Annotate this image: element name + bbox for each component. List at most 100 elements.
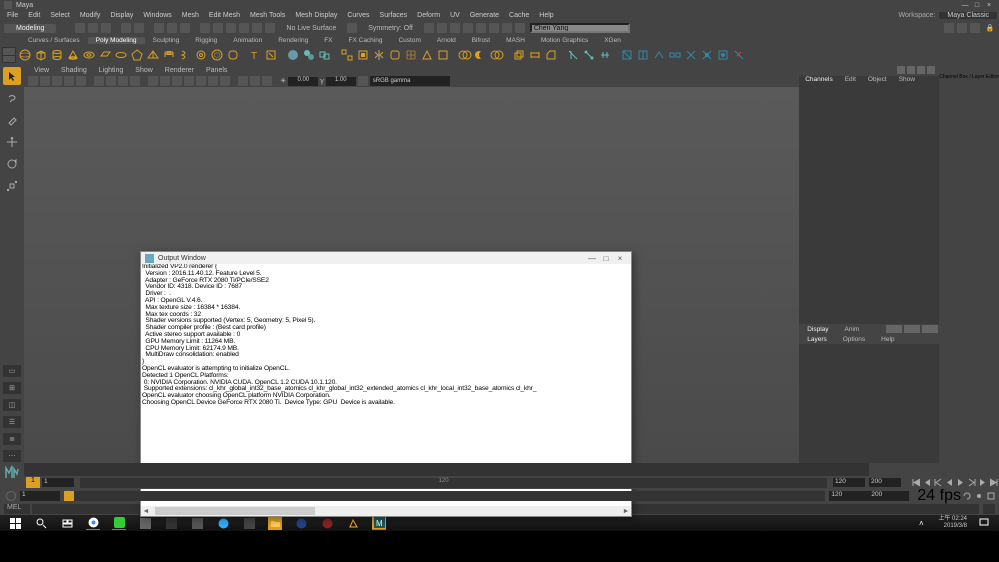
layer-mode-icon[interactable]: [886, 325, 902, 333]
scroll-left-icon[interactable]: ◄: [141, 508, 151, 515]
poly-cylinder-icon[interactable]: [50, 48, 64, 62]
close-button[interactable]: ×: [983, 2, 995, 9]
output-maximize-button[interactable]: □: [599, 254, 613, 263]
svg-icon[interactable]: [264, 48, 278, 62]
outliner-icon[interactable]: ☰: [3, 416, 21, 428]
lock-icon[interactable]: 🔒: [985, 24, 995, 32]
layout-two-icon[interactable]: ◫: [3, 399, 21, 411]
vp-2d-pan-icon[interactable]: [64, 76, 74, 86]
shelf-tab-arnold[interactable]: Arnold: [429, 37, 464, 44]
quadrangulate-icon[interactable]: [436, 48, 450, 62]
output-close-button[interactable]: ×: [613, 254, 627, 263]
merge-icon[interactable]: [700, 48, 714, 62]
graph-icon[interactable]: ≣: [3, 433, 21, 445]
vp-menu-renderer[interactable]: Renderer: [159, 67, 200, 74]
snap-view-icon[interactable]: [265, 23, 275, 33]
vp-film-gate-icon[interactable]: [106, 76, 116, 86]
step-back-button[interactable]: [922, 477, 933, 488]
platonic-icon[interactable]: [130, 48, 144, 62]
notifications-icon[interactable]: [977, 516, 991, 530]
shelf-tab-poly[interactable]: Poly Modeling: [88, 37, 145, 44]
panel-toggle-icon[interactable]: [970, 23, 980, 33]
maya-taskbar-icon[interactable]: M: [372, 516, 386, 530]
vp-menu-panels[interactable]: Panels: [200, 67, 233, 74]
vp-lights-icon[interactable]: [184, 76, 194, 86]
menu-mesh[interactable]: Mesh: [177, 12, 204, 19]
poly-pyramid-icon[interactable]: [146, 48, 160, 62]
shelf-tab-animation[interactable]: Animation: [225, 37, 270, 44]
poly-pipe-icon[interactable]: [162, 48, 176, 62]
vp-motion-blur-icon[interactable]: [220, 76, 230, 86]
vp-gamma-input[interactable]: 1.00: [326, 77, 356, 86]
shelf-tab-curves[interactable]: Curves / Surfaces: [20, 37, 88, 44]
key-settings-button[interactable]: [973, 491, 985, 501]
vp-cm-icon[interactable]: [358, 76, 368, 86]
snap-curve-icon[interactable]: [213, 23, 223, 33]
range-end-value[interactable]: 120: [829, 491, 869, 501]
shelf-display-toggle[interactable]: [2, 47, 16, 63]
select-tool[interactable]: [3, 67, 21, 85]
app-icon-7[interactable]: [320, 516, 334, 530]
tab-edit[interactable]: Edit: [839, 76, 862, 86]
connect-icon[interactable]: [598, 48, 612, 62]
vp-menu-shading[interactable]: Shading: [55, 67, 93, 74]
extrude-icon[interactable]: [512, 48, 526, 62]
vp-menu-view[interactable]: View: [28, 67, 55, 74]
tab-display[interactable]: Display: [799, 326, 836, 333]
vp-select-camera-icon[interactable]: [28, 76, 38, 86]
vp-colorspace-dropdown[interactable]: sRGB gamma: [370, 76, 450, 86]
bool-diff-icon[interactable]: [474, 48, 488, 62]
menu-edit-mesh[interactable]: Edit Mesh: [204, 12, 245, 19]
fps-dropdown[interactable]: 24 fps: [917, 487, 961, 505]
toolbox-toggle-icon[interactable]: [957, 23, 967, 33]
output-minimize-button[interactable]: —: [585, 254, 599, 263]
shelf-tab-custom[interactable]: Custom: [390, 37, 428, 44]
anim-prefs-button[interactable]: [985, 491, 997, 501]
app-icon-1[interactable]: [138, 516, 152, 530]
play-back-button[interactable]: [944, 477, 955, 488]
line-app-icon[interactable]: [112, 516, 126, 530]
menu-help[interactable]: Help: [534, 12, 558, 19]
superellipse-icon[interactable]: [226, 48, 240, 62]
snap-grid-icon[interactable]: [200, 23, 210, 33]
poly-plane-icon[interactable]: [98, 48, 112, 62]
workspace-dropdown[interactable]: Maya Classic: [939, 12, 997, 19]
folder-icon[interactable]: [268, 516, 282, 530]
menu-display[interactable]: Display: [105, 12, 138, 19]
timeline-track[interactable]: 120: [80, 478, 827, 488]
menu-mesh-tools[interactable]: Mesh Tools: [245, 12, 290, 19]
loop-button[interactable]: [961, 491, 973, 501]
output-window-title-bar[interactable]: Output Window — □ ×: [141, 252, 631, 264]
scene-end-input[interactable]: 200: [869, 478, 901, 487]
step-fwd-button[interactable]: [977, 477, 988, 488]
auto-key-toggle[interactable]: [6, 491, 16, 501]
layout-four-icon[interactable]: ⊞: [3, 382, 21, 394]
range-scene-end[interactable]: 200: [869, 491, 909, 501]
bool-union-icon[interactable]: [458, 48, 472, 62]
ipr-icon[interactable]: [424, 23, 434, 33]
vp-menu-lighting[interactable]: Lighting: [93, 67, 130, 74]
output-scrollbar[interactable]: ◄ ►: [141, 506, 631, 516]
shelf-tab-fxcaching[interactable]: FX Caching: [341, 37, 391, 44]
range-handle[interactable]: [64, 491, 74, 501]
tab-object[interactable]: Object: [862, 76, 893, 86]
vp-grid-icon[interactable]: [94, 76, 104, 86]
play-button[interactable]: [955, 477, 966, 488]
combine-icon[interactable]: [318, 48, 332, 62]
app-icon-2[interactable]: [164, 516, 178, 530]
shelf-tab-sculpting[interactable]: Sculpting: [145, 37, 188, 44]
menu-windows[interactable]: Windows: [138, 12, 176, 19]
vp-shaded-icon[interactable]: [160, 76, 170, 86]
panel-config-icon[interactable]: ⋯: [3, 450, 21, 462]
menu-deform[interactable]: Deform: [412, 12, 445, 19]
del-edge-icon[interactable]: [732, 48, 746, 62]
target-weld-icon[interactable]: [582, 48, 596, 62]
poly-disc-icon[interactable]: [114, 48, 128, 62]
tool-settings-toggle-icon[interactable]: [917, 66, 925, 74]
vp-gate-mask-icon[interactable]: [130, 76, 140, 86]
vp-exposure-input[interactable]: 0.00: [288, 77, 318, 86]
paint-tool[interactable]: [3, 111, 21, 129]
scale-tool[interactable]: [3, 177, 21, 195]
playblast-icon[interactable]: [502, 23, 512, 33]
script-editor-button[interactable]: [983, 504, 995, 514]
